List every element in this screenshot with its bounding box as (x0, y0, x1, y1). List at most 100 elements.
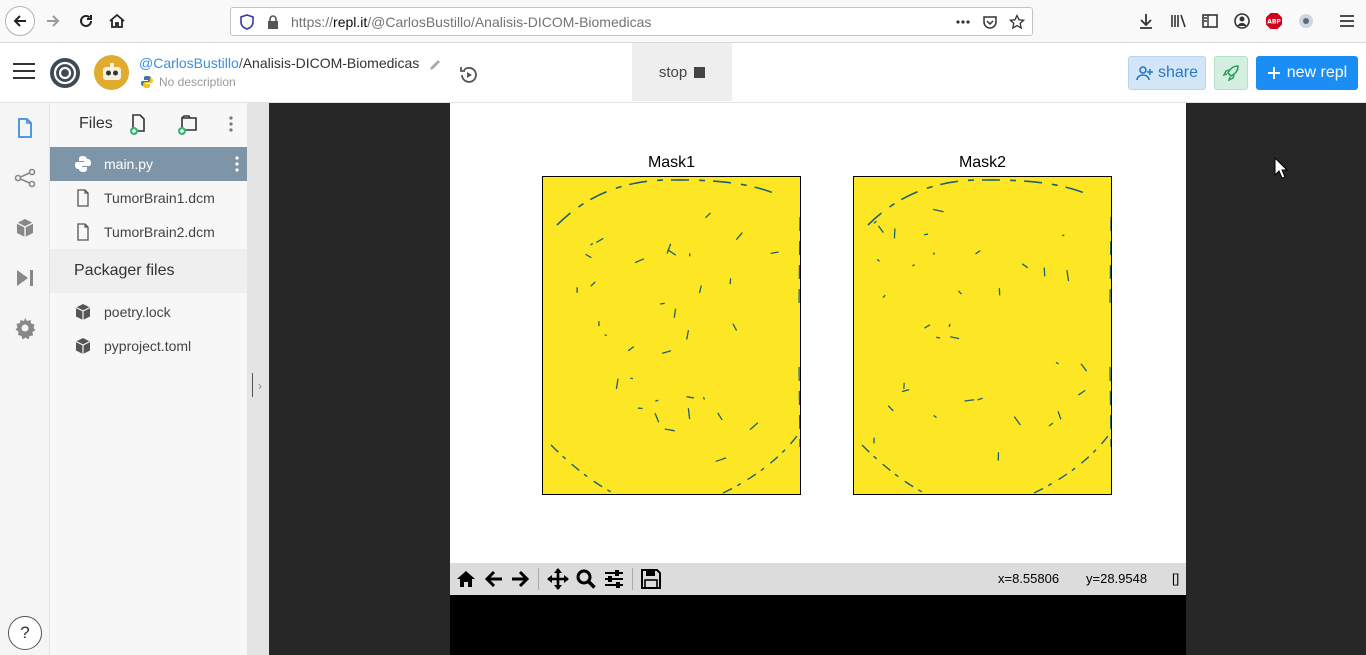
back-button[interactable] (5, 6, 35, 36)
sidebar-icon[interactable] (1201, 12, 1219, 30)
panel-splitter[interactable]: › (247, 103, 269, 655)
files-title: Files (79, 115, 113, 132)
file-menu-icon[interactable] (235, 156, 239, 172)
mask1-image[interactable] (542, 176, 801, 495)
avatar[interactable] (94, 55, 129, 90)
package-icon (75, 338, 91, 354)
download-icon[interactable] (1137, 12, 1155, 30)
console-output[interactable] (450, 595, 1186, 655)
add-folder-icon[interactable] (178, 113, 200, 135)
repl-description[interactable]: No description (159, 75, 236, 89)
url-text: https://repl.it/@CarlosBustillo/Analisis… (291, 14, 651, 30)
sliders-icon (605, 570, 623, 588)
arrow-right-icon (47, 15, 60, 27)
pan-button[interactable] (546, 567, 570, 591)
lock-icon[interactable] (265, 14, 281, 30)
adblock-icon[interactable]: ABP (1265, 12, 1283, 30)
output-pane: Mask1 Mask2 x=8.55806 y=28.9548 [] (269, 103, 1366, 655)
more-vertical-icon[interactable] (220, 113, 242, 135)
file-name: TumorBrain2.dcm (104, 224, 215, 240)
settings-gear-icon[interactable] (14, 317, 36, 339)
account-icon[interactable] (1233, 12, 1251, 30)
repl-title[interactable]: @CarlosBustillo/Analisis-DICOM-Biomedica… (139, 55, 419, 71)
stop-label: stop (658, 63, 688, 81)
files-icon[interactable] (14, 117, 36, 139)
mask1-canvas (543, 177, 800, 494)
save-figure-button[interactable] (639, 567, 663, 591)
mask2-image[interactable] (853, 176, 1112, 495)
file-icon (77, 223, 89, 241)
cursor-x-readout: x=8.55806 (998, 571, 1060, 586)
share-button[interactable]: share (1128, 56, 1206, 90)
zoom-button[interactable] (574, 567, 598, 591)
file-item-tumorbrain1[interactable]: TumorBrain1.dcm (50, 181, 247, 215)
add-person-icon (1136, 66, 1153, 81)
repl-owner-link[interactable]: @CarlosBustillo (139, 55, 239, 71)
activity-rail: ? (0, 103, 50, 655)
home-button[interactable] (102, 6, 132, 36)
matplotlib-toolbar: x=8.55806 y=28.9548 [] (450, 563, 1186, 595)
shield-icon[interactable] (239, 14, 255, 30)
menu-icon[interactable] (1338, 12, 1356, 30)
file-item-tumorbrain2[interactable]: TumorBrain2.dcm (50, 215, 247, 249)
svg-text:ABP: ABP (1267, 19, 1281, 26)
help-button[interactable]: ? (8, 616, 42, 650)
package-icon (75, 304, 91, 320)
share-label: share (1157, 64, 1199, 81)
home-icon (457, 571, 475, 587)
reload-button[interactable] (71, 6, 101, 36)
chevron-right-icon[interactable]: › (258, 379, 262, 393)
pocket-icon[interactable] (982, 14, 998, 30)
mouse-cursor-icon (1274, 157, 1288, 179)
magnifier-icon (576, 569, 596, 589)
extension-icon[interactable] (1297, 12, 1315, 30)
back-view-button[interactable] (482, 567, 506, 591)
file-item-poetry-lock[interactable]: poetry.lock (50, 295, 247, 329)
pixel-value-readout: [] (1172, 571, 1180, 586)
pencil-icon[interactable] (428, 58, 442, 72)
version-control-icon[interactable] (14, 167, 36, 189)
hamburger-menu-icon[interactable] (13, 63, 35, 81)
deploy-button[interactable] (1214, 56, 1248, 90)
files-panel: Files main.py TumorBrain1.dcm TumorBrain… (50, 103, 247, 655)
stop-square-icon (694, 66, 706, 78)
more-dots-icon[interactable] (955, 14, 971, 30)
forward-view-button[interactable] (508, 567, 532, 591)
file-name: main.py (104, 156, 154, 172)
python-icon (141, 76, 153, 88)
file-item-main-py[interactable]: main.py (50, 147, 247, 181)
mask2-canvas (854, 177, 1111, 494)
repl-header: @CarlosBustillo/Analisis-DICOM-Biomedica… (0, 43, 1366, 103)
star-icon[interactable] (1009, 14, 1025, 30)
splitter-handle[interactable] (252, 373, 253, 397)
add-file-icon[interactable] (128, 113, 150, 135)
configure-subplots-button[interactable] (602, 567, 626, 591)
stop-button[interactable]: stop (632, 43, 732, 101)
forward-button[interactable] (38, 6, 68, 36)
library-icon[interactable] (1169, 12, 1187, 30)
matplotlib-figure: Mask1 Mask2 (450, 103, 1186, 563)
cursor-y-readout: y=28.9548 (1086, 571, 1148, 586)
python-icon (75, 156, 91, 172)
new-repl-button[interactable]: new repl (1256, 56, 1358, 90)
url-scheme: https:// (291, 14, 334, 30)
arrow-left-icon (484, 570, 502, 588)
url-bar[interactable]: https://repl.it/@CarlosBustillo/Analisis… (230, 7, 1033, 36)
home-view-button[interactable] (454, 567, 478, 591)
file-item-pyproject-toml[interactable]: pyproject.toml (50, 329, 247, 363)
history-icon[interactable] (458, 64, 480, 86)
floppy-disk-icon (641, 569, 661, 589)
url-path: /@CarlosBustillo/Analisis-DICOM-Biomedic… (367, 14, 652, 30)
replit-logo-icon[interactable] (48, 56, 82, 90)
packages-icon[interactable] (14, 217, 36, 239)
arrow-right-icon (512, 570, 530, 588)
packager-files-title: Packager files (74, 262, 175, 279)
new-repl-label: new repl (1286, 64, 1348, 81)
debugger-icon[interactable] (14, 267, 36, 289)
file-name: poetry.lock (104, 304, 171, 320)
subplot-title-mask2: Mask2 (958, 154, 1007, 171)
arrow-left-icon (13, 15, 26, 27)
repl-name: Analisis-DICOM-Biomedicas (242, 55, 420, 71)
subplot-title-mask1: Mask1 (647, 154, 696, 171)
toolbar-separator (538, 568, 539, 590)
